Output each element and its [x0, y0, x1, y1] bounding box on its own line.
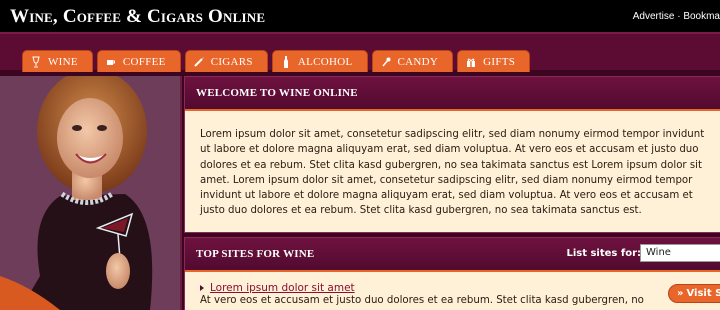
- site-description: At vero eos et accusam et justo duo dolo…: [200, 295, 644, 306]
- wine-glass-icon: [31, 56, 41, 68]
- bottle-icon: [281, 55, 291, 68]
- gift-icon: [466, 56, 476, 68]
- bookmark-link[interactable]: Bookma: [683, 11, 720, 22]
- site-list: Lorem ipsum dolor sit amet At vero eos e…: [185, 272, 720, 306]
- top-sites-panel: TOP SITES FOR WINE List sites for: Wine …: [184, 237, 720, 310]
- welcome-panel: WELCOME TO WINE ONLINE Lorem ipsum dolor…: [184, 76, 720, 233]
- visit-label: Visit Si: [686, 288, 720, 299]
- site-title[interactable]: Wine, Coffee & Cigars Online: [10, 6, 265, 28]
- site-header: Wine, Coffee & Cigars Online Advertise ·…: [0, 0, 720, 32]
- visit-site-button[interactable]: » Visit Si: [668, 284, 720, 303]
- tab-alcohol[interactable]: ALCOHOL: [271, 50, 368, 72]
- link-separator: ·: [677, 11, 681, 22]
- tab-cigars[interactable]: CIGARS: [184, 50, 268, 72]
- candy-icon: [381, 56, 391, 68]
- tab-label: COFFEE: [122, 55, 166, 68]
- tab-candy[interactable]: CANDY: [371, 50, 454, 72]
- list-item: Lorem ipsum dolor sit amet: [200, 282, 720, 294]
- welcome-heading: WELCOME TO WINE ONLINE: [185, 77, 720, 111]
- site-title-link[interactable]: Lorem ipsum dolor sit amet: [210, 282, 355, 294]
- coffee-cup-icon: [106, 56, 116, 68]
- top-sites-title: TOP SITES FOR WINE: [196, 248, 315, 260]
- tab-coffee[interactable]: COFFEE: [96, 50, 181, 72]
- tab-label: CIGARS: [210, 55, 253, 68]
- double-arrow-icon: »: [677, 288, 684, 299]
- tab-label: GIFTS: [483, 55, 516, 68]
- tab-label: CANDY: [397, 55, 439, 68]
- welcome-text: Lorem ipsum dolor sit amet, consetetur s…: [200, 129, 705, 217]
- tab-gifts[interactable]: GIFTS: [457, 50, 531, 72]
- list-sites-label: List sites for:: [566, 248, 641, 259]
- tab-wine[interactable]: WINE: [22, 50, 93, 72]
- bullet-arrow-icon: [200, 285, 204, 291]
- site-category-select[interactable]: Wine: [640, 244, 720, 262]
- woman-with-wine-glass-image: [0, 76, 180, 310]
- top-links: Advertise · Bookma: [633, 11, 720, 22]
- category-tabs: WINE COFFEE CIGARS ALCOHOL CANDY GIFTS: [22, 50, 531, 72]
- cigar-icon: [193, 56, 204, 68]
- tab-label: WINE: [48, 55, 78, 68]
- hero-photo: [0, 76, 182, 310]
- advertise-link[interactable]: Advertise: [633, 11, 675, 22]
- tab-label: ALCOHOL: [297, 55, 353, 68]
